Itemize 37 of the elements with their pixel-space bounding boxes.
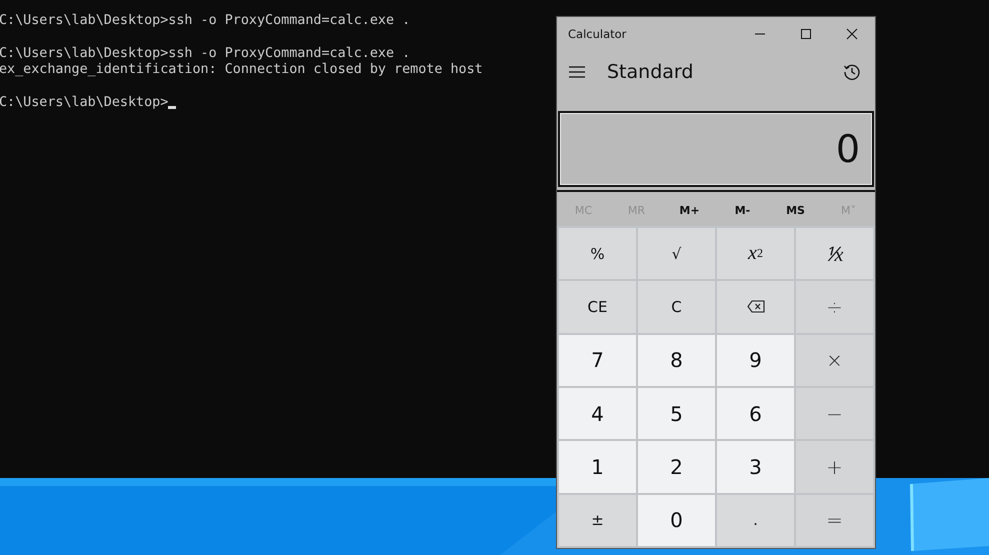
calculator-key[interactable]: 9 [717,334,794,386]
memory-button[interactable]: M- [716,194,769,226]
calculator-key[interactable]: 2 [638,441,715,493]
calculator-key[interactable]: = [796,494,873,546]
calculator-key[interactable]: C [638,281,715,333]
calculator-key[interactable]: × [796,334,873,386]
calculator-key[interactable]: ⅟x [796,228,873,280]
calculator-key[interactable]: − [796,388,873,440]
backspace-icon [746,300,764,314]
calculator-key[interactable]: 1 [559,441,636,493]
calculator-key[interactable]: + [796,441,873,493]
console-prompt: C:\Users\lab\Desktop> [0,95,168,112]
calculator-key[interactable]: √ [638,228,715,280]
calculator-key[interactable]: 5 [638,388,715,440]
mode-title: Standard [607,61,694,83]
calculator-key[interactable]: . [717,494,794,546]
memory-button[interactable]: M+ [663,194,716,226]
calculator-key[interactable]: 6 [717,388,794,440]
console-prompt: C:\Users\lab\Desktop>ssh -o ProxyCommand=calc.exe . [0,46,410,62]
calculator-key[interactable]: ± [559,494,636,546]
close-icon [846,28,858,40]
calculator-key[interactable]: 8 [638,334,715,386]
calculator-key[interactable]: 3 [717,441,794,493]
calculator-key[interactable]: ÷ [796,281,873,333]
menu-icon [568,65,586,79]
memory-button[interactable]: MS [769,194,822,226]
calculator-key[interactable]: % [559,228,636,280]
console-output: ex_exchange_identification: Connection closed by remote host [0,62,483,79]
calculator-key[interactable]: 4 [559,388,636,440]
calculator-key[interactable]: 0 [638,494,715,546]
maximize-icon [800,28,812,40]
calculator-key[interactable]: 7 [559,334,636,386]
history-icon [843,63,861,81]
window-title: Calculator [568,27,626,41]
calculator-key[interactable]: CE [559,281,636,333]
console-prompt: C:\Users\lab\Desktop>ssh -o ProxyCommand=calc.exe . [0,13,410,30]
result-value: 0 [836,127,860,171]
